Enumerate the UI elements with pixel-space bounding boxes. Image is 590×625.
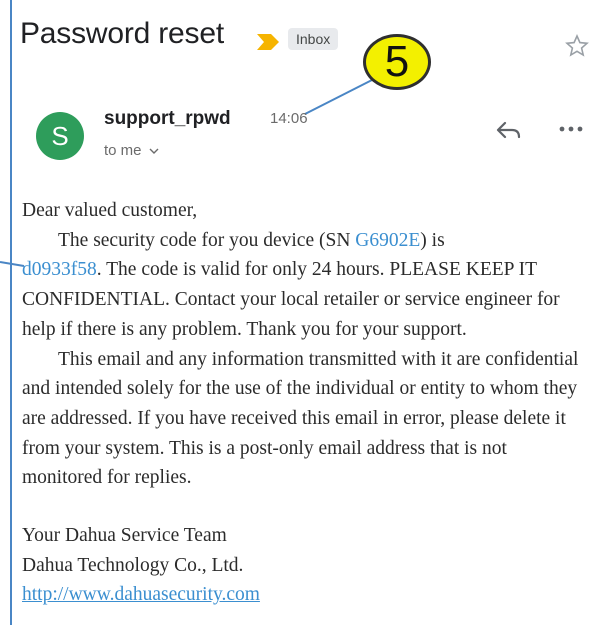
importance-marker-icon[interactable] bbox=[255, 32, 281, 52]
email-subject: Password reset bbox=[20, 17, 224, 50]
recipients-label: to me bbox=[104, 142, 142, 159]
email-body: Dear valued customer, The security code … bbox=[22, 196, 582, 610]
security-code-paragraph: The security code for you device (SN G69… bbox=[22, 226, 582, 345]
more-options-icon[interactable] bbox=[556, 120, 586, 138]
recipients-toggle[interactable]: to me bbox=[104, 142, 159, 159]
signature-company: Dahua Technology Co., Ltd. bbox=[22, 554, 244, 576]
star-icon[interactable] bbox=[565, 34, 589, 58]
sender-name[interactable]: support_rpwd bbox=[104, 108, 231, 130]
serial-number-link[interactable]: G6902E bbox=[355, 230, 420, 251]
paragraph-text: ) is bbox=[420, 229, 445, 251]
avatar[interactable]: S bbox=[36, 112, 84, 160]
disclaimer-paragraph: This email and any information transmitt… bbox=[22, 348, 579, 489]
signature-team: Your Dahua Service Team bbox=[22, 525, 227, 547]
chevron-down-icon bbox=[149, 148, 159, 155]
callout-number-badge: 5 bbox=[363, 34, 431, 90]
paragraph-text: . The code is valid for only 24 hours. P… bbox=[22, 259, 560, 340]
greeting: Dear valued customer, bbox=[22, 200, 198, 221]
reply-icon[interactable] bbox=[495, 118, 523, 142]
security-code-link[interactable]: d0933f58 bbox=[22, 259, 97, 280]
inbox-label-chip[interactable]: Inbox bbox=[288, 28, 339, 50]
email-time: 14:06 bbox=[270, 110, 308, 127]
paragraph-text: The security code for you device (SN bbox=[58, 229, 356, 251]
website-link[interactable]: http://www.dahuasecurity.com bbox=[22, 584, 260, 605]
